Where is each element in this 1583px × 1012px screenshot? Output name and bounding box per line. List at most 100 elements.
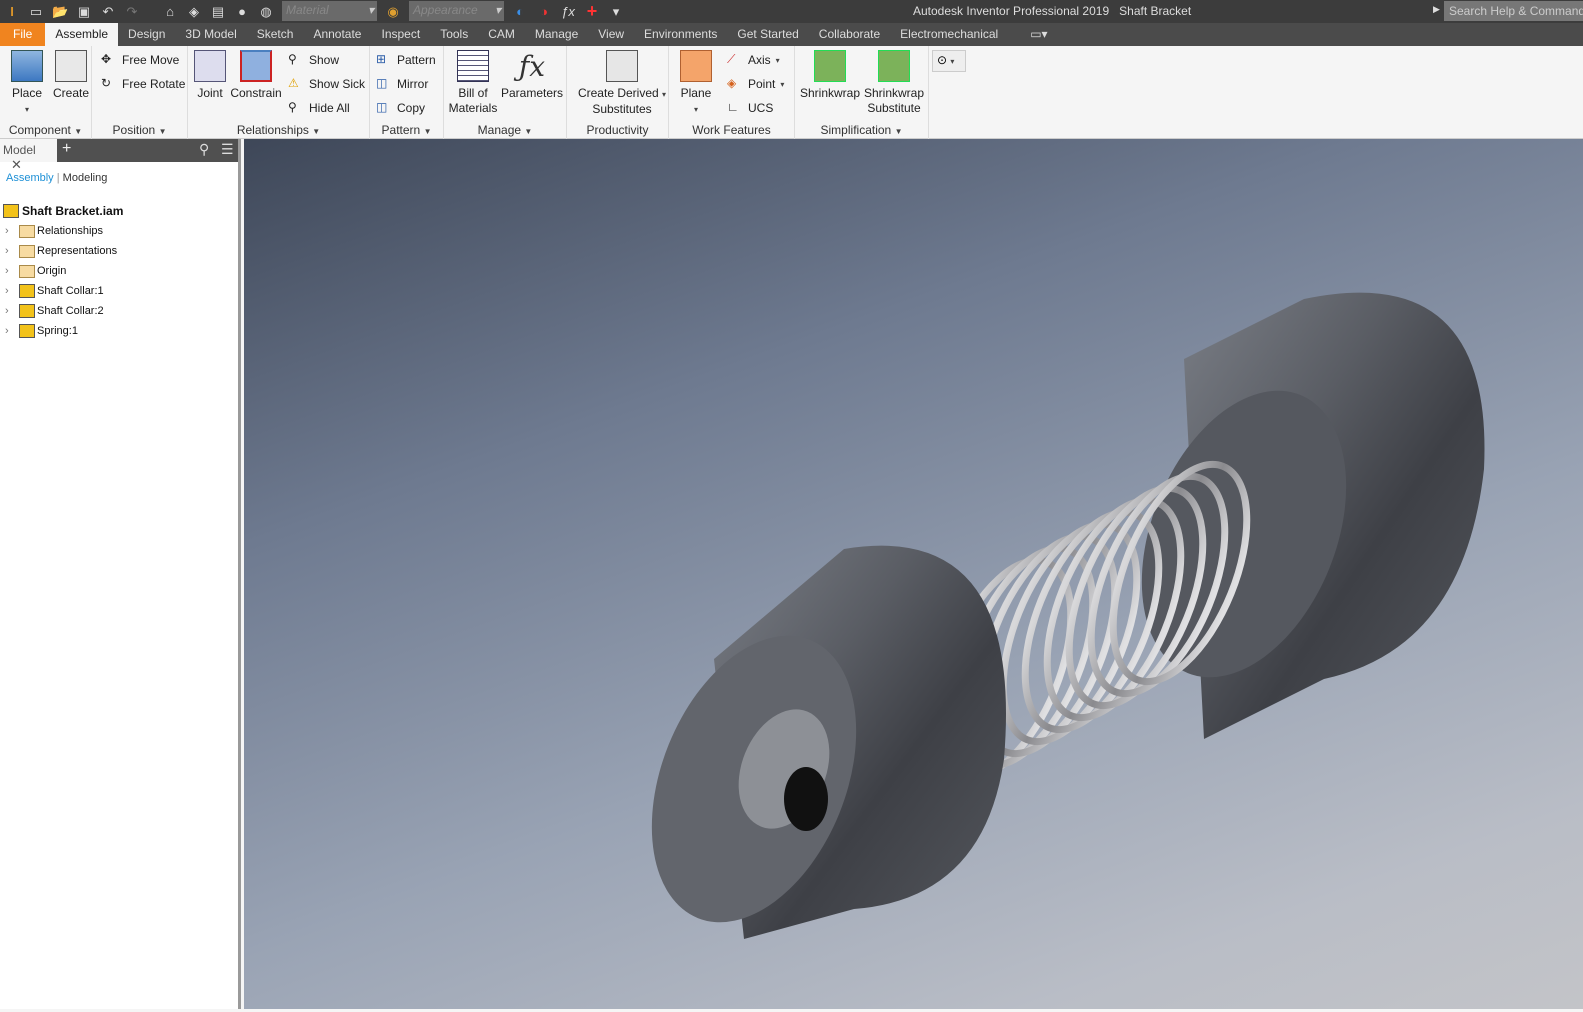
tab-electromechanical[interactable]: Electromechanical — [890, 23, 1008, 46]
tab-environments[interactable]: Environments — [634, 23, 727, 46]
search-help-input[interactable]: Search Help & Commands... — [1444, 1, 1583, 21]
expand-icon[interactable]: › — [5, 305, 19, 317]
shrinkwrap-substitute-button[interactable]: Shrinkwrap Substitute — [863, 50, 925, 116]
shrinkwrap-button[interactable]: Shrinkwrap — [799, 50, 861, 101]
free-move-button[interactable]: ✥ Free Move — [101, 50, 179, 70]
tree-item-shaft-collar-2[interactable]: › Shaft Collar:2 — [0, 301, 240, 321]
panel-title-work-features: Work Features — [692, 123, 771, 137]
graphics-viewport[interactable] — [244, 139, 1583, 1009]
shrinkwrap-substitute-icon — [878, 50, 910, 82]
tab-annotate[interactable]: Annotate — [303, 23, 371, 46]
show-button[interactable]: ⚲ Show — [288, 50, 339, 70]
home-icon[interactable]: ⌂ — [162, 4, 178, 19]
tree-item-representations[interactable]: › Representations — [0, 241, 240, 261]
add-tab-icon[interactable]: + — [62, 140, 71, 158]
add-icon[interactable]: + — [584, 2, 600, 20]
tab-file[interactable]: File — [0, 23, 46, 46]
fx-icon: ƒx — [518, 50, 546, 83]
ribbon-tabs: File Assemble Design 3D Model Sketch Ann… — [0, 23, 1583, 46]
expand-icon[interactable]: › — [5, 225, 19, 237]
expand-icon[interactable]: › — [5, 245, 19, 257]
clear-appearance-icon[interactable]: ◑ — [536, 4, 552, 19]
free-rotate-icon: ↻ — [101, 76, 112, 90]
search-icon[interactable]: ⚲ — [199, 141, 209, 158]
inventor-logo: I — [10, 3, 14, 19]
open-icon[interactable]: 📂 — [52, 4, 68, 19]
panel-title-simplification[interactable]: Simplification ▼ — [795, 123, 928, 137]
tree-item-origin[interactable]: › Origin — [0, 261, 240, 281]
tree-item-spring-1[interactable]: › Spring:1 — [0, 321, 240, 341]
select-icon[interactable]: ▤ — [210, 4, 226, 19]
panel-title-pattern[interactable]: Pattern ▼ — [370, 123, 443, 137]
update-icon[interactable]: ◈ — [186, 4, 202, 19]
axis-button[interactable]: ⟋ Axis ▾ — [727, 50, 780, 70]
copy-button[interactable]: ◫ Copy — [376, 98, 425, 118]
panel-title-position[interactable]: Position ▼ — [92, 123, 187, 137]
material-icon[interactable]: ◍ — [258, 4, 274, 19]
undo-icon[interactable]: ↶ — [100, 4, 116, 19]
tab-3d-model[interactable]: 3D Model — [175, 23, 246, 46]
create-derived-substitutes-button[interactable]: Create Derived ▾ Substitutes — [575, 50, 669, 117]
expand-icon[interactable]: › — [5, 325, 19, 337]
ribbon-options-icon[interactable]: ▭▾ — [1020, 23, 1057, 46]
tab-tools[interactable]: Tools — [430, 23, 478, 46]
constrain-button[interactable]: Constrain — [230, 50, 282, 101]
grounded-part-icon — [19, 304, 35, 318]
new-icon[interactable]: ▭ — [28, 4, 44, 19]
tab-assemble[interactable]: Assemble — [45, 23, 119, 46]
create-button[interactable]: Create — [52, 50, 90, 101]
fx-icon[interactable]: ƒx — [560, 4, 576, 19]
bill-of-materials-button[interactable]: Bill of Materials — [448, 50, 498, 116]
menu-icon[interactable]: ☰ — [221, 141, 234, 158]
ribbon-panel-toggle-button[interactable]: ⊙ ▾ — [932, 50, 966, 72]
assembly-model[interactable] — [244, 139, 1583, 1009]
app-title: Autodesk Inventor Professional 2019 — [913, 4, 1110, 18]
appearance-icon[interactable]: ◉ — [385, 4, 401, 19]
tab-collaborate[interactable]: Collaborate — [809, 23, 890, 46]
pattern-button[interactable]: ⊞ Pattern — [376, 50, 436, 70]
tab-cam[interactable]: CAM — [478, 23, 525, 46]
customize-icon[interactable]: ▾ — [608, 4, 624, 19]
assembly-mode-link[interactable]: Assembly — [6, 172, 54, 184]
tab-design[interactable]: Design — [118, 23, 175, 46]
shaft-collar-1[interactable] — [613, 545, 1006, 953]
tab-get-started[interactable]: Get Started — [727, 23, 808, 46]
measure-icon[interactable]: ● — [234, 4, 250, 19]
panel-title-relationships[interactable]: Relationships ▼ — [188, 123, 369, 137]
tab-sketch[interactable]: Sketch — [247, 23, 304, 46]
plane-button[interactable]: Plane ▾ — [677, 50, 715, 117]
redo-icon[interactable]: ↷ — [124, 4, 140, 19]
create-icon — [55, 50, 87, 82]
mirror-button[interactable]: ◫ Mirror — [376, 74, 428, 94]
representations-icon — [19, 244, 35, 258]
show-sick-button[interactable]: ⚠ Show Sick — [288, 74, 365, 94]
expand-icon[interactable]: › — [5, 265, 19, 277]
tree-item-relationships[interactable]: › Relationships — [0, 221, 240, 241]
model-tab[interactable]: Model ✕ — [0, 139, 57, 172]
modeling-mode-link[interactable]: Modeling — [63, 172, 108, 184]
point-button[interactable]: ◈ Point ▾ — [727, 74, 784, 94]
expand-icon[interactable]: › — [5, 285, 19, 297]
panel-title-component[interactable]: Component ▼ — [0, 123, 91, 137]
adjust-appearance-icon[interactable]: ◐ — [512, 4, 528, 19]
tab-view[interactable]: View — [588, 23, 634, 46]
tab-inspect[interactable]: Inspect — [371, 23, 430, 46]
create-label: Create — [52, 86, 90, 100]
close-icon[interactable]: ✕ — [11, 157, 22, 172]
free-rotate-button[interactable]: ↻ Free Rotate — [101, 74, 185, 94]
appearance-dropdown[interactable]: Appearance ▾ — [409, 1, 504, 21]
panel-title-manage[interactable]: Manage ▼ — [444, 123, 566, 137]
parameters-button[interactable]: ƒx Parameters — [500, 50, 564, 101]
bom-icon — [457, 50, 489, 82]
save-icon[interactable]: ▣ — [76, 4, 92, 19]
place-button[interactable]: Place ▾ — [6, 50, 48, 117]
tree-root[interactable]: Shaft Bracket.iam — [0, 201, 240, 221]
hide-all-button[interactable]: ⚲ Hide All — [288, 98, 350, 118]
tree-item-shaft-collar-1[interactable]: › Shaft Collar:1 — [0, 281, 240, 301]
tab-manage[interactable]: Manage — [525, 23, 588, 46]
hide-all-icon: ⚲ — [288, 100, 297, 114]
expand-icon[interactable]: ▶ — [1433, 4, 1440, 15]
material-dropdown[interactable]: Material ▾ — [282, 1, 377, 21]
joint-button[interactable]: Joint — [194, 50, 226, 101]
ucs-button[interactable]: ∟ UCS — [727, 98, 773, 118]
